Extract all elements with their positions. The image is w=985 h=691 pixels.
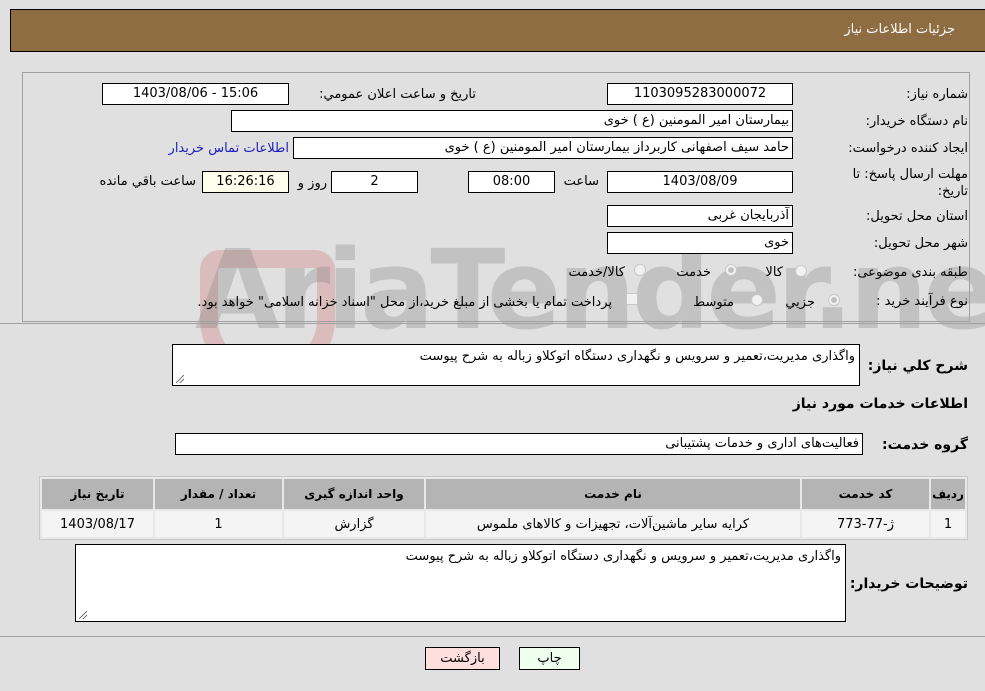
purchase-radio-minor[interactable]	[828, 294, 840, 306]
category-option-service: خدمت	[676, 265, 711, 280]
category-option-goods-service: کالا/خدمت	[568, 265, 625, 280]
resize-grip-icon[interactable]	[79, 611, 87, 619]
province-field: آذربایجان غربی	[607, 205, 793, 227]
category-label: طبقه بندی موضوعی:	[852, 265, 968, 280]
treasury-note: پرداخت تمام یا بخشی از مبلغ خرید،از محل …	[197, 295, 612, 310]
cell-row-number: 1	[931, 511, 965, 537]
cell-need-date: 1403/08/17	[42, 511, 153, 537]
buyer-contact-link[interactable]: اطلاعات تماس خريدار	[169, 141, 289, 156]
col-header-service-name: نام خدمت	[426, 479, 800, 509]
purchase-option-medium: متوسط	[693, 295, 734, 310]
col-header-unit: واحد اندازه گیری	[284, 479, 424, 509]
purchase-radio-medium[interactable]	[751, 294, 763, 306]
description-label: شرح کلي نياز:	[867, 358, 968, 374]
category-option-goods: کالا	[765, 265, 783, 280]
province-label: استان محل تحویل:	[866, 209, 968, 224]
deadline-date-field: 1403/08/09	[607, 171, 793, 193]
category-radio-goods-service[interactable]	[634, 264, 646, 276]
cell-unit: گزارش	[284, 511, 424, 537]
cell-service-code: ژ-77-773	[802, 511, 929, 537]
service-group-label: گروه خدمت:	[882, 437, 968, 453]
col-header-row-number: رديف	[931, 479, 965, 509]
buyer-notes-text: واگذاری مدیریت،تعمیر و سرویس و نگهداری د…	[405, 549, 841, 564]
announce-datetime-field: 1403/08/06 - 15:06	[102, 83, 289, 105]
print-button[interactable]: چاپ	[519, 647, 580, 670]
divider	[0, 636, 985, 637]
deadline-time-field: 08:00	[468, 171, 555, 193]
remaining-days-field: 2	[331, 171, 418, 193]
city-field: خوی	[607, 232, 793, 254]
deadline-label: مهلت ارسال پاسخ: تا تاریخ:	[852, 167, 968, 199]
buyer-notes-label: توضیحات خریدار:	[849, 576, 968, 592]
need-number-field: 1103095283000072	[607, 83, 793, 105]
remaining-time-label: ساعت باقي مانده	[99, 174, 196, 189]
description-text: واگذاری مدیریت،تعمیر و سرویس و نگهداری د…	[419, 349, 855, 364]
services-table: رديف کد خدمت نام خدمت واحد اندازه گیری ت…	[39, 476, 968, 540]
col-header-quantity: تعداد / مقدار	[155, 479, 282, 509]
back-button[interactable]: بازگشت	[425, 647, 500, 670]
services-section-title: اطلاعات خدمات مورد نیاز	[792, 396, 968, 412]
page-title: جزئیات اطلاعات نیاز	[844, 22, 955, 37]
cell-quantity: 1	[155, 511, 282, 537]
category-radio-service[interactable]	[725, 264, 737, 276]
announce-datetime-label: تاریخ و ساعت اعلان عمومي:	[319, 87, 476, 102]
need-number-label: شماره نیاز:	[906, 87, 968, 102]
deadline-time-label: ساعت	[563, 174, 599, 189]
resize-grip-icon[interactable]	[176, 375, 184, 383]
cell-service-name: کرایه سایر ماشین‌آلات، تجهیزات و کالاهای…	[426, 511, 800, 537]
purchase-option-minor: جزيي	[785, 295, 815, 310]
buyer-org-field: بیمارستان امیر المومنین (ع ) خوی	[231, 110, 793, 132]
days-label: روز و	[297, 176, 327, 191]
divider	[0, 323, 985, 324]
buyer-org-label: نام دستگاه خريدار:	[865, 114, 968, 129]
col-header-need-date: تاریخ نیاز	[42, 479, 153, 509]
city-label: شهر محل تحویل:	[873, 236, 968, 251]
treasury-checkbox[interactable]	[626, 293, 638, 305]
buyer-notes-textarea[interactable]: واگذاری مدیریت،تعمیر و سرویس و نگهداری د…	[75, 544, 846, 622]
remaining-time-field: 16:26:16	[202, 171, 289, 193]
service-group-field: فعالیت‌های اداری و خدمات پشتیبانی	[175, 433, 863, 455]
requester-label: ايجاد کننده درخواست:	[848, 141, 968, 156]
page-header: جزئیات اطلاعات نیاز	[10, 9, 985, 52]
table-row: 1 ژ-77-773 کرایه سایر ماشین‌آلات، تجهیزا…	[42, 511, 965, 537]
purchase-type-label: نوع فرآیند خرید :	[876, 294, 968, 309]
description-textarea[interactable]: واگذاری مدیریت،تعمیر و سرویس و نگهداری د…	[172, 344, 860, 386]
requester-field: حامد سیف اصفهانی کاربرداز بیمارستان امیر…	[293, 137, 793, 159]
table-header-row: رديف کد خدمت نام خدمت واحد اندازه گیری ت…	[42, 479, 965, 509]
category-radio-goods[interactable]	[795, 265, 807, 277]
col-header-service-code: کد خدمت	[802, 479, 929, 509]
